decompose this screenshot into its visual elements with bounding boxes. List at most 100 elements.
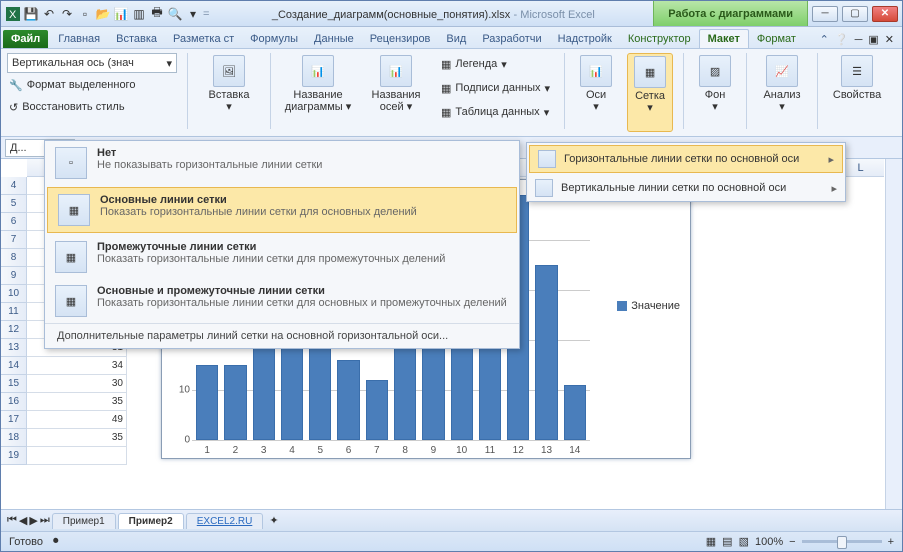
sheet-nav-prev[interactable]: ◀ (19, 514, 27, 527)
row-header[interactable]: 6 (1, 213, 26, 231)
x-tick-label: 9 (422, 445, 444, 456)
row-header[interactable]: 15 (1, 375, 26, 393)
format-selection-button[interactable]: 🔧Формат выделенного (7, 75, 177, 95)
tab-chart-design[interactable]: Конструктор (620, 30, 699, 48)
tab-formulas[interactable]: Формулы (242, 30, 306, 48)
tab-insert[interactable]: Вставка (108, 30, 165, 48)
close-button[interactable]: ✕ (872, 6, 898, 22)
macro-record-icon[interactable]: ⏺ (53, 535, 59, 548)
doc-restore-icon[interactable]: ▣ (868, 33, 878, 46)
zoom-out-button[interactable]: − (789, 536, 795, 548)
sheet-tab[interactable]: EXCEL2.RU (186, 513, 264, 529)
cell[interactable] (27, 447, 127, 465)
bar-icon[interactable]: ▥ (131, 6, 147, 22)
minimize-button[interactable]: ─ (812, 6, 838, 22)
tab-file[interactable]: Файл (3, 30, 48, 48)
menu-item-vertical-gridlines[interactable]: Вертикальные линии сетки по основной оси… (527, 175, 845, 201)
chart-icon[interactable]: 📊 (113, 6, 129, 22)
row-header[interactable]: 18 (1, 429, 26, 447)
undo-icon[interactable]: ↶ (41, 6, 57, 22)
new-icon[interactable]: ▫ (77, 6, 93, 22)
insert-button[interactable]: 🖼 Вставка▾ (198, 53, 260, 132)
chart-bar[interactable] (196, 365, 218, 440)
chart-bar[interactable] (535, 265, 557, 440)
chart-bar[interactable] (564, 385, 586, 440)
new-sheet-icon[interactable]: ✦ (269, 514, 278, 527)
cell[interactable]: 49 (27, 411, 127, 429)
print-icon[interactable]: 🖶 (149, 6, 165, 22)
chart-bar[interactable] (337, 360, 359, 440)
ribbon: Вертикальная ось (знач▾ 🔧Формат выделенн… (1, 49, 902, 137)
row-header[interactable]: 4 (1, 177, 26, 195)
zoom-level[interactable]: 100% (755, 536, 783, 548)
redo-icon[interactable]: ↷ (59, 6, 75, 22)
save-icon[interactable]: 💾 (23, 6, 39, 22)
background-button[interactable]: ▨ Фон▾ (694, 53, 736, 132)
row-header[interactable]: 19 (1, 447, 26, 465)
doc-minimize-icon[interactable]: ─ (855, 34, 863, 46)
data-labels-button[interactable]: ▦Подписи данных ▾ (437, 77, 554, 99)
help-icon[interactable]: ❔ (835, 33, 849, 46)
vertical-scrollbar[interactable] (885, 159, 902, 509)
menu-item-more-options[interactable]: Дополнительные параметры линий сетки на … (45, 323, 519, 348)
tab-chart-format[interactable]: Формат (749, 30, 804, 48)
menu-item-horizontal-gridlines[interactable]: Горизонтальные линии сетки по основной о… (529, 145, 843, 173)
tab-data[interactable]: Данные (306, 30, 362, 48)
row-header[interactable]: 11 (1, 303, 26, 321)
properties-button[interactable]: ☰ Свойства (828, 53, 886, 132)
chart-title-button[interactable]: 📊 Название диаграммы ▾ (281, 53, 355, 132)
chart-bar[interactable] (366, 380, 388, 440)
reset-style-button[interactable]: ↺Восстановить стиль (7, 97, 177, 117)
cell[interactable]: 34 (27, 357, 127, 375)
cell[interactable]: 30 (27, 375, 127, 393)
tab-chart-layout[interactable]: Макет (699, 29, 749, 48)
tab-layout[interactable]: Разметка ст (165, 30, 242, 48)
axes-button[interactable]: 📊 Оси▾ (575, 53, 617, 132)
menu-item-major[interactable]: ▦ Основные линии сеткиПоказать горизонта… (47, 187, 517, 233)
zoom-slider[interactable] (802, 540, 882, 543)
sheet-tab[interactable]: Пример2 (118, 513, 184, 529)
row-header[interactable]: 5 (1, 195, 26, 213)
cell[interactable]: 35 (27, 393, 127, 411)
qat-dropdown-icon[interactable]: ▾ (185, 6, 201, 22)
tab-review[interactable]: Рецензиров (362, 30, 439, 48)
ribbon-minimize-icon[interactable]: ⌃ (820, 33, 829, 46)
row-header[interactable]: 13 (1, 339, 26, 357)
view-normal-icon[interactable]: ▦ (706, 535, 716, 548)
row-header[interactable]: 12 (1, 321, 26, 339)
view-layout-icon[interactable]: ▤ (722, 535, 732, 548)
row-header[interactable]: 16 (1, 393, 26, 411)
row-header[interactable]: 10 (1, 285, 26, 303)
legend-button[interactable]: ▦Легенда ▾ (437, 53, 554, 75)
row-header[interactable]: 8 (1, 249, 26, 267)
preview-icon[interactable]: 🔍 (167, 6, 183, 22)
row-header[interactable]: 7 (1, 231, 26, 249)
chart-element-combo[interactable]: Вертикальная ось (знач▾ (7, 53, 177, 73)
cell[interactable]: 35 (27, 429, 127, 447)
sheet-tab[interactable]: Пример1 (52, 513, 116, 529)
axis-titles-button[interactable]: 📊 Названия осей ▾ (365, 53, 427, 132)
sheet-nav-next[interactable]: ▶ (29, 514, 37, 527)
sheet-nav-last[interactable]: ⏭ (40, 514, 50, 527)
row-header[interactable]: 14 (1, 357, 26, 375)
row-header[interactable]: 9 (1, 267, 26, 285)
tab-view[interactable]: Вид (438, 30, 474, 48)
menu-item-major-minor[interactable]: ▦ Основные и промежуточные линии сеткиПо… (45, 279, 519, 323)
chart-legend[interactable]: Значение (617, 300, 680, 312)
tab-home[interactable]: Главная (50, 30, 108, 48)
analysis-button[interactable]: 📈 Анализ▾ (757, 53, 807, 132)
chart-bar[interactable] (224, 365, 246, 440)
row-header[interactable]: 17 (1, 411, 26, 429)
zoom-in-button[interactable]: + (888, 536, 894, 548)
gridlines-button[interactable]: ▦ Сетка▾ (627, 53, 673, 132)
menu-item-none[interactable]: ▫ НетНе показывать горизонтальные линии … (45, 141, 519, 185)
open-icon[interactable]: 📂 (95, 6, 111, 22)
tab-addins[interactable]: Надстройк (550, 30, 620, 48)
data-table-button[interactable]: ▦Таблица данных ▾ (437, 101, 554, 123)
view-break-icon[interactable]: ▧ (739, 535, 749, 548)
menu-item-minor[interactable]: ▦ Промежуточные линии сеткиПоказать гори… (45, 235, 519, 279)
doc-close-icon[interactable]: ✕ (885, 33, 894, 46)
maximize-button[interactable]: ▢ (842, 6, 868, 22)
tab-developer[interactable]: Разработчи (474, 30, 549, 48)
sheet-nav-first[interactable]: ⏮ (7, 514, 17, 527)
